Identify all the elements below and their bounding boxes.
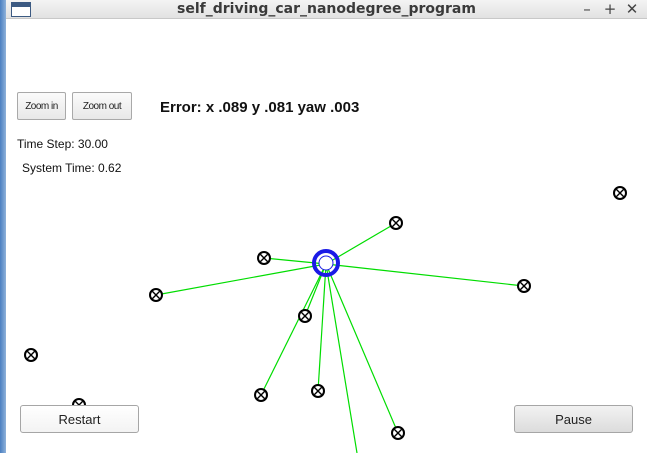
landmark-marker <box>298 309 312 323</box>
landmark-marker <box>517 279 531 293</box>
landmark-marker <box>391 426 405 440</box>
error-readout: Error: x .089 y .081 yaw .003 <box>160 99 360 116</box>
landmark-marker <box>257 251 271 265</box>
observation-line <box>325 263 399 434</box>
observation-line <box>325 263 358 453</box>
landmarks <box>24 186 627 440</box>
observation-line <box>260 263 327 396</box>
pause-button[interactable]: Pause <box>514 405 633 433</box>
close-icon[interactable]: ✕ <box>623 0 641 19</box>
zoom-in-button[interactable]: Zoom in <box>17 92 66 120</box>
observation-line <box>155 263 327 296</box>
landmark-marker <box>311 384 325 398</box>
observation-lines <box>155 222 525 453</box>
observation-line <box>317 263 327 392</box>
simulation-canvas[interactable] <box>6 20 647 453</box>
landmark-marker <box>389 216 403 230</box>
minimize-icon[interactable]: – <box>578 0 596 19</box>
restart-button[interactable]: Restart <box>20 405 139 433</box>
system-time-readout: System Time: 0.62 <box>22 161 122 175</box>
window-title: self_driving_car_nanodegree_program <box>177 1 476 17</box>
landmark-marker <box>613 186 627 200</box>
maximize-icon[interactable]: + <box>601 0 619 19</box>
landmark-marker <box>24 348 38 362</box>
time-step-readout: Time Step: 30.00 <box>17 137 108 151</box>
zoom-out-button[interactable]: Zoom out <box>72 92 132 120</box>
title-bar[interactable]: self_driving_car_nanodegree_program – + … <box>6 0 647 19</box>
landmark-marker <box>149 288 163 302</box>
landmark-marker <box>254 388 268 402</box>
vehicle-heading <box>318 255 334 271</box>
observation-line <box>325 263 525 287</box>
